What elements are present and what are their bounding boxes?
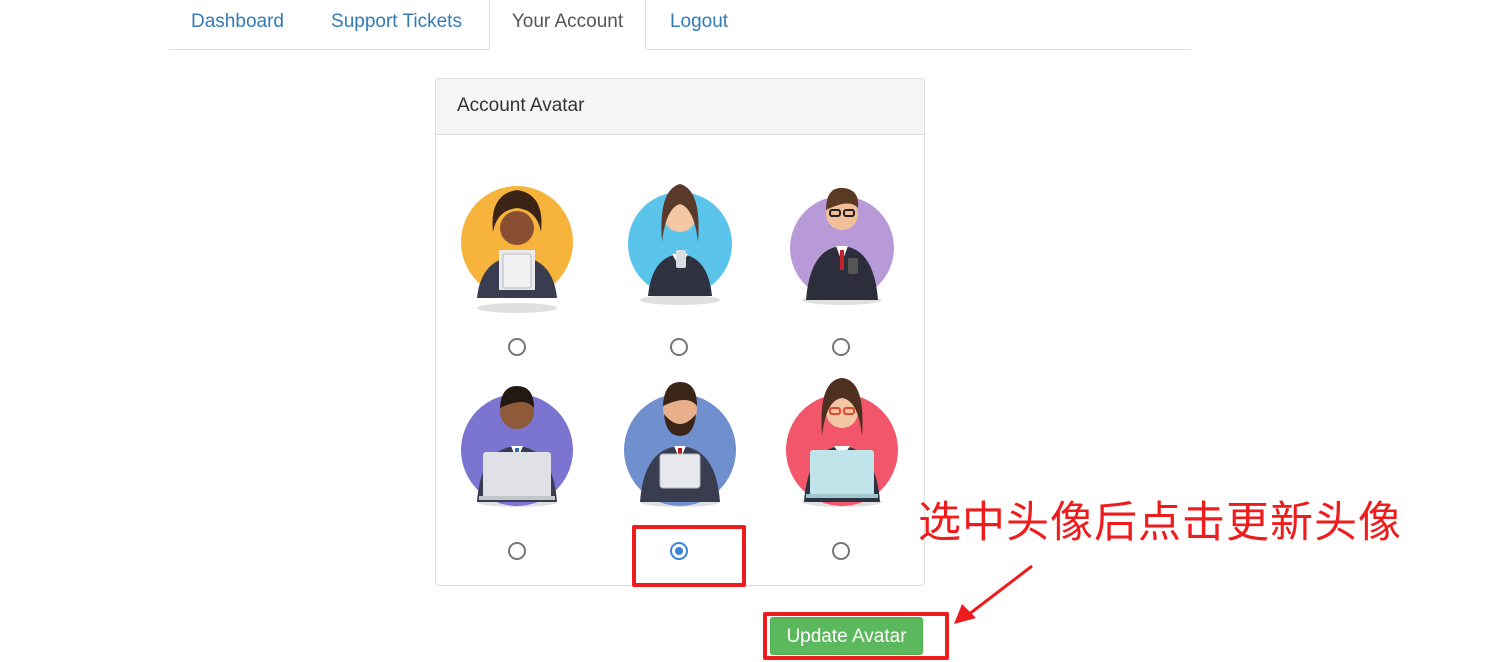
annotation-arrow-icon bbox=[954, 564, 1033, 624]
woman-glasses-laptop-avatar-icon[interactable] bbox=[784, 374, 900, 508]
tab-support-tickets[interactable]: Support Tickets bbox=[314, 0, 479, 49]
annotation-text: 选中头像后点击更新头像 bbox=[918, 498, 1402, 548]
panel-title: Account Avatar bbox=[436, 79, 924, 135]
avatar-radio-3[interactable] bbox=[832, 338, 850, 356]
avatar-panel: Account Avatar bbox=[435, 78, 925, 586]
avatar-radio-1[interactable] bbox=[508, 338, 526, 356]
update-button-highlight bbox=[763, 612, 949, 660]
woman-phone-avatar-icon[interactable] bbox=[622, 172, 738, 306]
tab-your-account[interactable]: Your Account bbox=[489, 0, 646, 50]
woman-tablet-avatar-icon[interactable] bbox=[459, 180, 575, 314]
tab-logout[interactable]: Logout bbox=[647, 0, 751, 49]
nav-tabs: Dashboard Support Tickets Your Account L… bbox=[169, 0, 1191, 50]
avatar-radio-2[interactable] bbox=[670, 338, 688, 356]
avatar-radio-6[interactable] bbox=[832, 542, 850, 560]
selected-radio-highlight bbox=[632, 525, 746, 587]
man-laptop-avatar-icon[interactable] bbox=[459, 374, 575, 508]
avatar-radio-4[interactable] bbox=[508, 542, 526, 560]
man-glasses-avatar-icon[interactable] bbox=[784, 172, 900, 306]
bearded-man-tablet-avatar-icon[interactable] bbox=[622, 374, 738, 508]
tab-dashboard[interactable]: Dashboard bbox=[169, 0, 306, 49]
